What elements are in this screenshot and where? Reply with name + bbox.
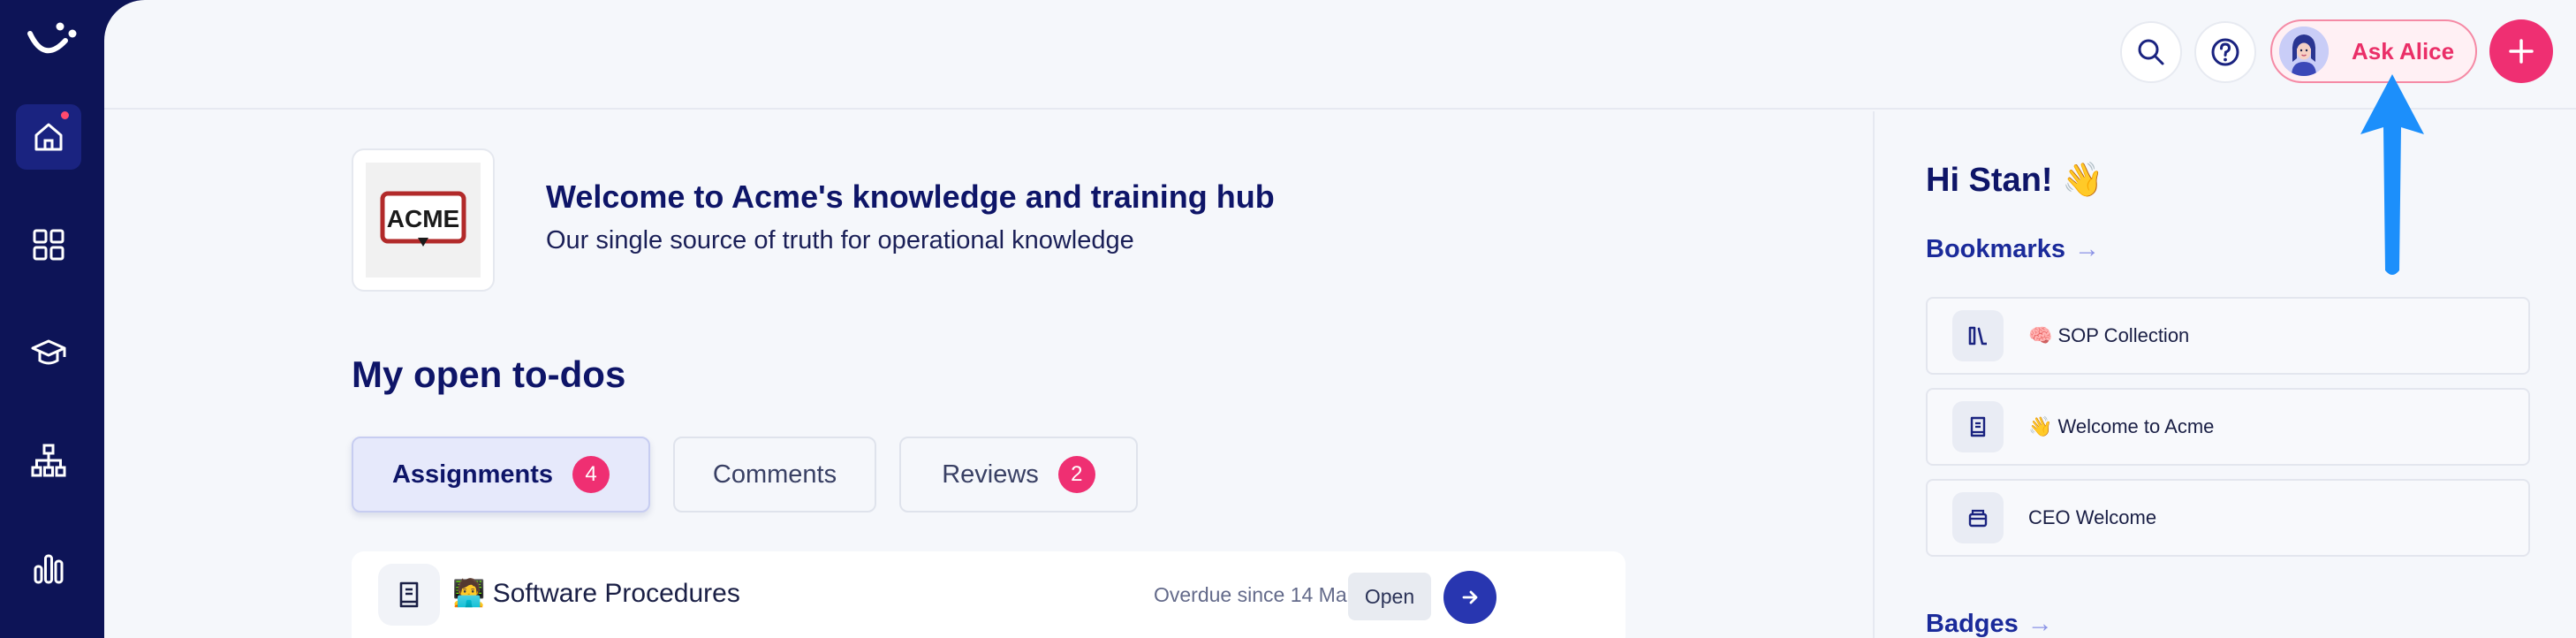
bookmark-item[interactable]: CEO Welcome <box>1926 479 2530 557</box>
tab-label: Reviews <box>942 460 1039 489</box>
topbar: Ask Alice <box>104 0 2576 110</box>
acme-logo-text: ACME <box>387 205 459 232</box>
sidebar <box>0 0 104 638</box>
acme-logo: ACME <box>366 163 481 277</box>
bookmark-label: 👋 Welcome to Acme <box>2028 415 2215 437</box>
help-button[interactable] <box>2194 21 2256 83</box>
count-badge: 2 <box>1057 456 1095 493</box>
sidebar-item-training[interactable] <box>16 320 81 385</box>
document-icon <box>1952 401 2004 452</box>
alice-avatar <box>2279 27 2329 76</box>
todos-title: My open to-dos <box>352 353 626 395</box>
company-logo-card: ACME <box>352 148 495 292</box>
greeting: Hi Stan! 👋 <box>1926 162 2104 199</box>
badges-title: Badges <box>1926 610 2019 638</box>
todo-item[interactable]: 🧑‍💻 Software Procedures Overdue since 14… <box>352 551 1625 638</box>
help-icon <box>2211 38 2239 66</box>
annotation-arrow-icon <box>2360 74 2424 275</box>
tab-reviews[interactable]: Reviews 2 <box>899 437 1138 513</box>
books-icon <box>1952 310 2004 361</box>
todo-emoji: 🧑‍💻 <box>452 579 486 608</box>
open-todo-button[interactable] <box>1443 571 1496 624</box>
tab-assignments[interactable]: Assignments 4 <box>352 437 650 513</box>
badges-link[interactable]: Badges → <box>1926 610 2053 638</box>
document-icon <box>378 564 440 626</box>
hub-title: Welcome to Acme's knowledge and training… <box>546 178 1275 215</box>
tab-label: Assignments <box>391 460 554 489</box>
bookmarks-link[interactable]: Bookmarks → <box>1926 235 2100 264</box>
search-button[interactable] <box>2120 21 2182 83</box>
folder-icon <box>1952 492 2004 543</box>
tab-comments[interactable]: Comments <box>673 437 876 513</box>
arrow-right-icon: → <box>2027 610 2053 638</box>
sidebar-item-analytics[interactable] <box>16 535 81 601</box>
plus-icon <box>2509 39 2534 64</box>
bookmark-label: CEO Welcome <box>2028 506 2157 528</box>
todo-title: Software Procedures <box>492 579 740 608</box>
bookmark-item[interactable]: 🧠 SOP Collection <box>1926 297 2530 375</box>
arrow-right-icon: → <box>2073 235 2100 263</box>
graduation-cap-icon <box>31 339 66 365</box>
bookmark-label: 🧠 SOP Collection <box>2028 324 2190 346</box>
arrow-right-icon <box>1462 590 1478 604</box>
app-logo[interactable] <box>25 16 81 65</box>
notification-dot <box>59 110 71 121</box>
bar-chart-icon <box>34 554 64 584</box>
count-badge: 4 <box>572 456 610 493</box>
sidebar-item-org-chart[interactable] <box>16 428 81 493</box>
tab-label: Comments <box>712 460 837 489</box>
main-panel: Ask Alice ACME Welcome to Acme's knowled… <box>104 0 2576 638</box>
org-chart-icon <box>31 444 66 477</box>
create-button[interactable] <box>2489 19 2553 83</box>
bookmark-item[interactable]: 👋 Welcome to Acme <box>1926 388 2530 466</box>
grid-icon <box>33 229 64 261</box>
search-icon <box>2138 39 2164 65</box>
sidebar-item-home[interactable] <box>16 104 81 170</box>
home-icon <box>34 123 63 151</box>
hub-subtitle: Our single source of truth for operation… <box>546 226 1134 254</box>
bookmarks-title: Bookmarks <box>1926 235 2065 263</box>
status-badge: Open <box>1348 573 1431 620</box>
sidebar-item-apps[interactable] <box>16 212 81 277</box>
ask-alice-label: Ask Alice <box>2352 37 2455 65</box>
right-sidebar: Hi Stan! 👋 Bookmarks → 🧠 SOP Collection 👋… <box>1873 111 2576 638</box>
